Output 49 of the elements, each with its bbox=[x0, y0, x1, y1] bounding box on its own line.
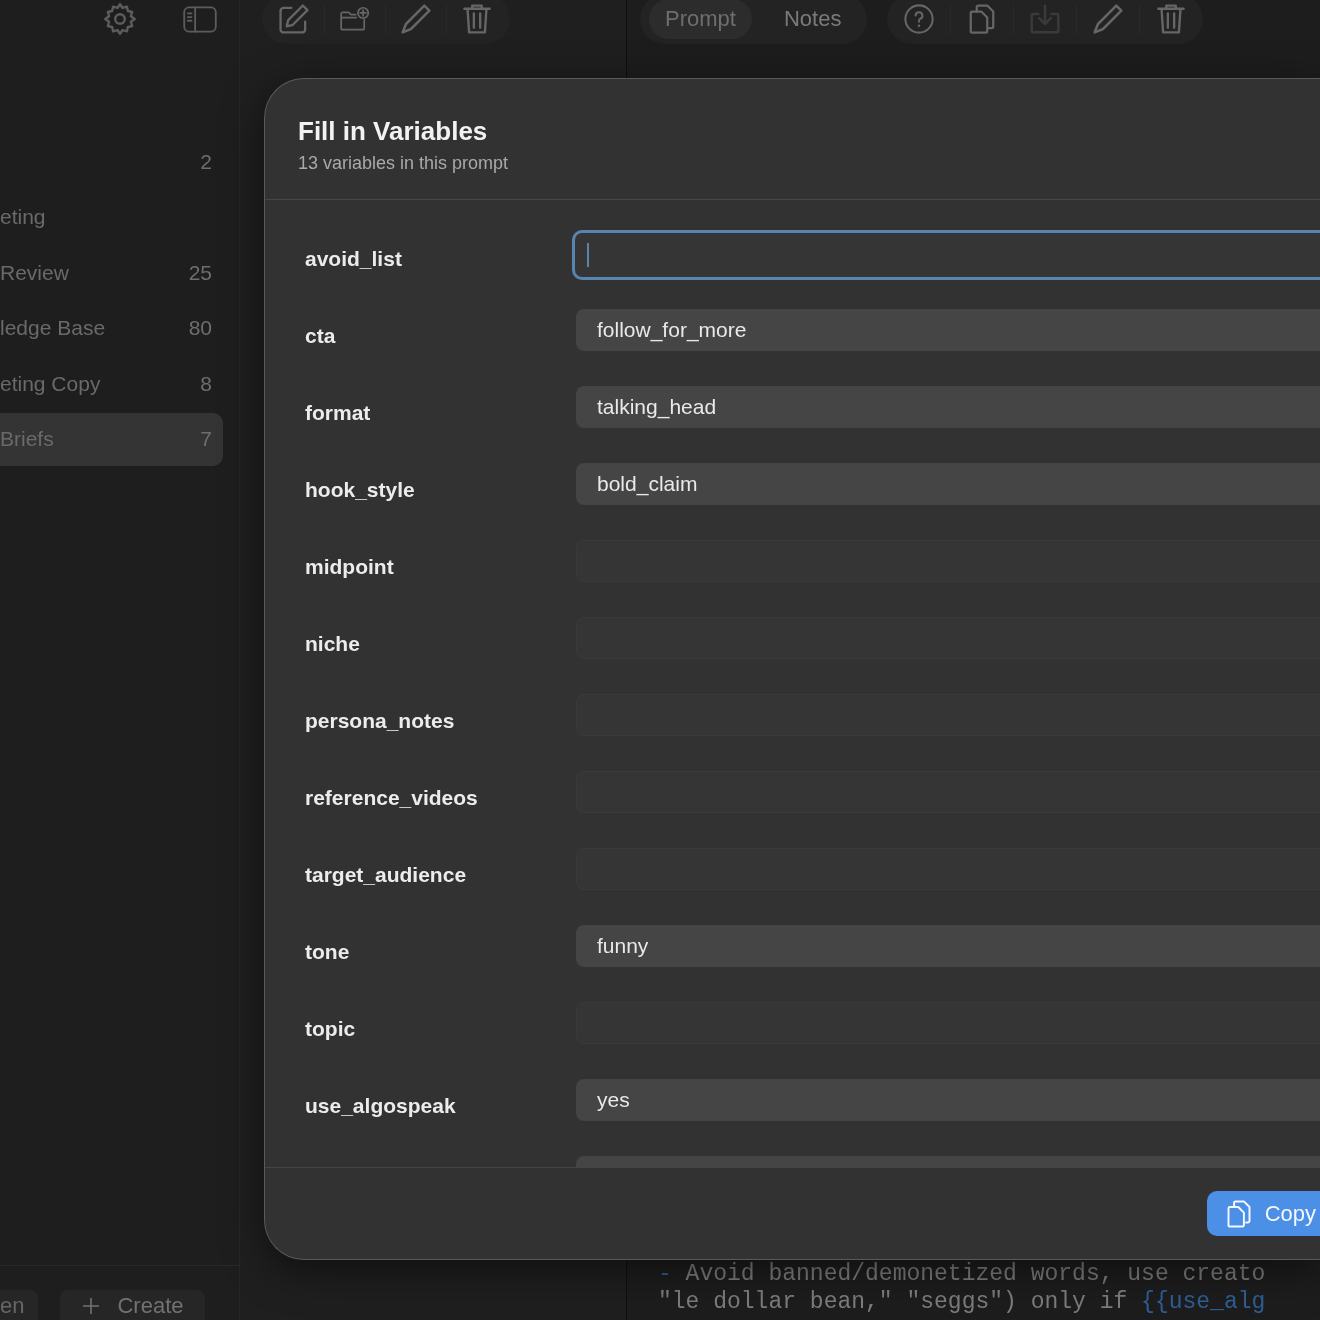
help-icon[interactable] bbox=[904, 4, 935, 34]
pencil-icon[interactable] bbox=[401, 4, 431, 34]
item-count: 2 bbox=[200, 149, 212, 174]
variable-label: cta bbox=[305, 323, 336, 349]
folder-plus-icon[interactable] bbox=[340, 4, 370, 34]
sidebar-item[interactable]: eting bbox=[0, 190, 223, 244]
variable-label: target_audience bbox=[305, 862, 467, 888]
dialog-subtitle: 13 variables in this prompt bbox=[298, 152, 509, 175]
trash-icon[interactable] bbox=[462, 4, 492, 34]
variable-label: midpoint bbox=[305, 554, 394, 580]
copy-button[interactable]: Copy bbox=[1206, 1191, 1320, 1236]
plus-icon bbox=[82, 1296, 101, 1315]
variable-label: niche bbox=[305, 631, 360, 657]
variable-label: avoid_list bbox=[305, 246, 402, 272]
sidebar-item[interactable]: eting Copy 8 bbox=[0, 357, 223, 411]
variable-label: persona_notes bbox=[305, 708, 455, 734]
sidebar-item[interactable]: ledge Base 80 bbox=[0, 301, 223, 355]
input-field[interactable]: funny bbox=[576, 925, 1320, 967]
create-button[interactable]: Create bbox=[60, 1290, 205, 1320]
input-field[interactable]: follow_for_more bbox=[576, 309, 1320, 351]
text-cursor-icon bbox=[587, 243, 589, 267]
item-count: 8 bbox=[200, 371, 212, 396]
sidebar-toggle-icon[interactable] bbox=[183, 6, 217, 33]
variable-label: reference_videos bbox=[305, 785, 478, 811]
segment-tab[interactable]: Prompt bbox=[649, 0, 752, 39]
input-field[interactable]: talking_head bbox=[576, 386, 1320, 428]
sidebar-button[interactable]: en bbox=[0, 1290, 39, 1320]
item-count: 80 bbox=[188, 316, 212, 341]
settings-icon[interactable] bbox=[104, 3, 136, 35]
input-field[interactable]: bold_claim bbox=[576, 463, 1320, 505]
dialog-title: Fill in Variables bbox=[298, 115, 488, 147]
item-count: 25 bbox=[188, 260, 212, 285]
sidebar-item[interactable]: 2 bbox=[0, 135, 223, 188]
sidebar-item[interactable]: Review 25 bbox=[0, 246, 223, 300]
input-field[interactable] bbox=[572, 230, 1320, 280]
variable-label: format bbox=[305, 400, 371, 426]
code-line: "le dollar bean," "seggs") only if {{use_alg bbox=[658, 1288, 1266, 1316]
variable-label: use_algospeak bbox=[305, 1093, 456, 1119]
copy-icon bbox=[1226, 1199, 1251, 1228]
pencil-icon[interactable] bbox=[1093, 4, 1124, 34]
variable-label: topic bbox=[305, 1016, 356, 1042]
item-count: 7 bbox=[200, 427, 212, 452]
trash-icon[interactable] bbox=[1156, 4, 1187, 34]
input-field[interactable]: yes bbox=[576, 1079, 1320, 1121]
variable-label: hook_style bbox=[305, 477, 415, 503]
segment-tab[interactable]: Notes bbox=[767, 0, 858, 39]
compose-icon[interactable] bbox=[279, 4, 309, 34]
code-line: - Avoid banned/demonetized words, use creato bbox=[658, 1260, 1266, 1288]
variable-label: tone bbox=[305, 939, 350, 965]
